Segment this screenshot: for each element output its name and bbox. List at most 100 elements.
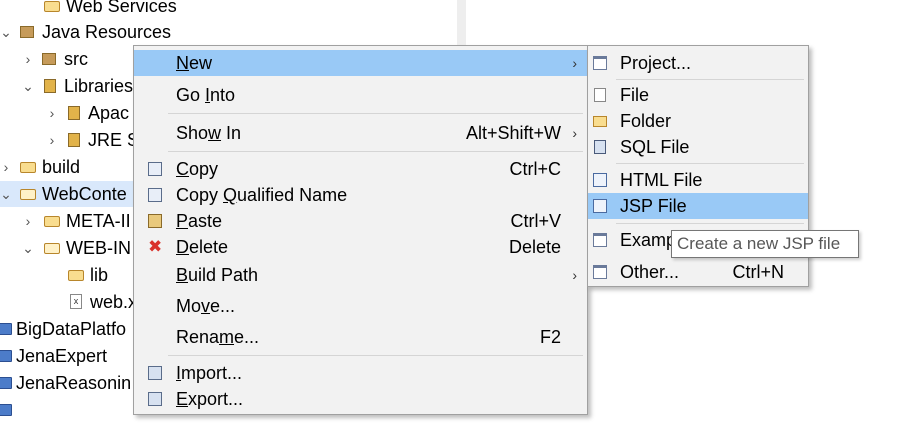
tree-label: build [42, 157, 81, 177]
menu-item-label: Copy Qualified Name [176, 185, 348, 205]
submenu-item-label: SQL File [620, 137, 690, 157]
menu-item-delete[interactable]: ✖ Delete Delete [134, 234, 587, 260]
submenu-item-other[interactable]: Other... Ctrl+N [588, 259, 808, 285]
html-file-icon [593, 173, 607, 187]
menu-item-export[interactable]: Export... [134, 386, 587, 412]
sql-file-icon [594, 140, 606, 154]
tooltip: Create a new JSP file [671, 230, 859, 258]
submenu-item-label: Examp [620, 230, 677, 250]
folder-open-icon [44, 243, 60, 254]
menu-item-label: Delete [176, 237, 229, 257]
folder-icon [20, 162, 36, 173]
tree-label: Libraries [64, 76, 134, 96]
menu-item-move[interactable]: Move... [134, 293, 587, 319]
menu-item-copy[interactable]: Copy Ctrl+C [134, 156, 587, 182]
chevron-right-icon[interactable]: › [22, 46, 34, 72]
submenu-arrow-icon: › [572, 267, 577, 283]
project-icon [0, 350, 12, 362]
project-icon [0, 404, 12, 416]
chevron-right-icon[interactable]: › [0, 154, 12, 180]
submenu-item-project[interactable]: Project... [588, 50, 808, 76]
submenu-item-file[interactable]: File [588, 82, 808, 108]
menu-item-label: Paste [176, 211, 223, 231]
menu-item-new[interactable]: New › [134, 50, 587, 76]
chevron-down-icon[interactable]: ⌄ [0, 181, 12, 207]
chevron-right-icon[interactable]: › [46, 127, 58, 153]
context-menu: New › Go Into Show In Alt+Shift+W › Copy… [133, 45, 588, 415]
folder-icon [44, 1, 60, 12]
folder-open-icon [20, 189, 36, 200]
tree-label: WEB-IN [66, 238, 131, 258]
submenu-item-shortcut: Ctrl+N [732, 262, 784, 282]
tree-label: BigDataPlatfo [16, 319, 127, 339]
menu-item-label: Rename... [176, 327, 260, 347]
jar-icon [68, 133, 80, 147]
submenu-item-label: File [620, 85, 650, 105]
new-folder-icon [593, 116, 607, 127]
menu-item-go-into[interactable]: Go Into [134, 82, 587, 108]
tree-row-web-services[interactable]: Web Services [0, 0, 457, 19]
submenu-item-folder[interactable]: Folder [588, 108, 808, 134]
folder-icon [44, 216, 60, 227]
xml-file-icon: x [70, 294, 82, 309]
project-icon [0, 323, 12, 335]
submenu-item-label: Project... [620, 53, 692, 73]
menu-separator [616, 163, 804, 164]
menu-item-show-in[interactable]: Show In Alt+Shift+W › [134, 120, 587, 146]
menu-item-label: Show In [176, 123, 242, 143]
menu-separator [168, 355, 583, 356]
tree-label: src [64, 49, 88, 69]
tree-row-java-resources[interactable]: ⌄ Java Resources [0, 19, 457, 45]
java-resources-icon [20, 26, 34, 38]
menu-separator [616, 223, 804, 224]
chevron-right-icon[interactable]: › [22, 208, 34, 234]
menu-item-label: Build Path [176, 265, 259, 285]
menu-item-shortcut: F2 [539, 327, 561, 347]
copy-qualified-name-icon [148, 188, 162, 202]
tree-label: Java Resources [42, 22, 172, 42]
tree-label: JenaReasonin [16, 373, 132, 393]
menu-item-shortcut: Ctrl+C [509, 159, 561, 179]
chevron-down-icon[interactable]: ⌄ [22, 73, 34, 99]
example-icon [593, 233, 607, 247]
tree-label: META-II [66, 211, 131, 231]
new-project-icon [593, 56, 607, 70]
submenu-item-label: Folder [620, 111, 672, 131]
submenu-arrow-icon: › [572, 55, 577, 71]
copy-icon [148, 162, 162, 176]
library-icon [44, 79, 56, 93]
chevron-down-icon[interactable]: ⌄ [22, 235, 34, 261]
tree-label: Web Services [66, 0, 177, 16]
menu-item-import[interactable]: Import... [134, 360, 587, 386]
chevron-down-icon[interactable]: ⌄ [0, 19, 12, 45]
menu-item-label: Copy [176, 159, 219, 179]
tree-label: Apac [88, 103, 130, 123]
menu-item-label: New [176, 53, 213, 73]
menu-item-shortcut: Delete [508, 237, 561, 257]
other-wizard-icon [593, 265, 607, 279]
menu-item-rename[interactable]: Rename... F2 [134, 324, 587, 350]
jar-icon [68, 106, 80, 120]
menu-item-paste[interactable]: Paste Ctrl+V [134, 208, 587, 234]
tree-label: lib [90, 265, 109, 285]
menu-item-label: Import... [176, 363, 243, 383]
submenu-arrow-icon: › [572, 125, 577, 141]
chevron-right-icon[interactable]: › [46, 100, 58, 126]
submenu-item-sql-file[interactable]: SQL File [588, 134, 808, 160]
new-file-icon [594, 88, 606, 102]
submenu-item-html-file[interactable]: HTML File [588, 167, 808, 193]
submenu-item-jsp-file[interactable]: JSP File [588, 193, 808, 219]
menu-item-build-path[interactable]: Build Path › [134, 262, 587, 288]
menu-item-label: Go Into [176, 85, 236, 105]
menu-item-copy-qualified-name[interactable]: Copy Qualified Name [134, 182, 587, 208]
menu-separator [616, 79, 804, 80]
package-folder-icon [42, 53, 56, 65]
project-icon [0, 377, 12, 389]
menu-item-label: Export... [176, 389, 244, 409]
menu-separator [168, 151, 583, 152]
submenu-item-label: Other... [620, 262, 680, 282]
submenu-item-label: JSP File [620, 196, 687, 216]
tree-label: WebConte [42, 184, 127, 204]
menu-item-label: Move... [176, 296, 236, 316]
menu-item-shortcut: Ctrl+V [510, 211, 561, 231]
